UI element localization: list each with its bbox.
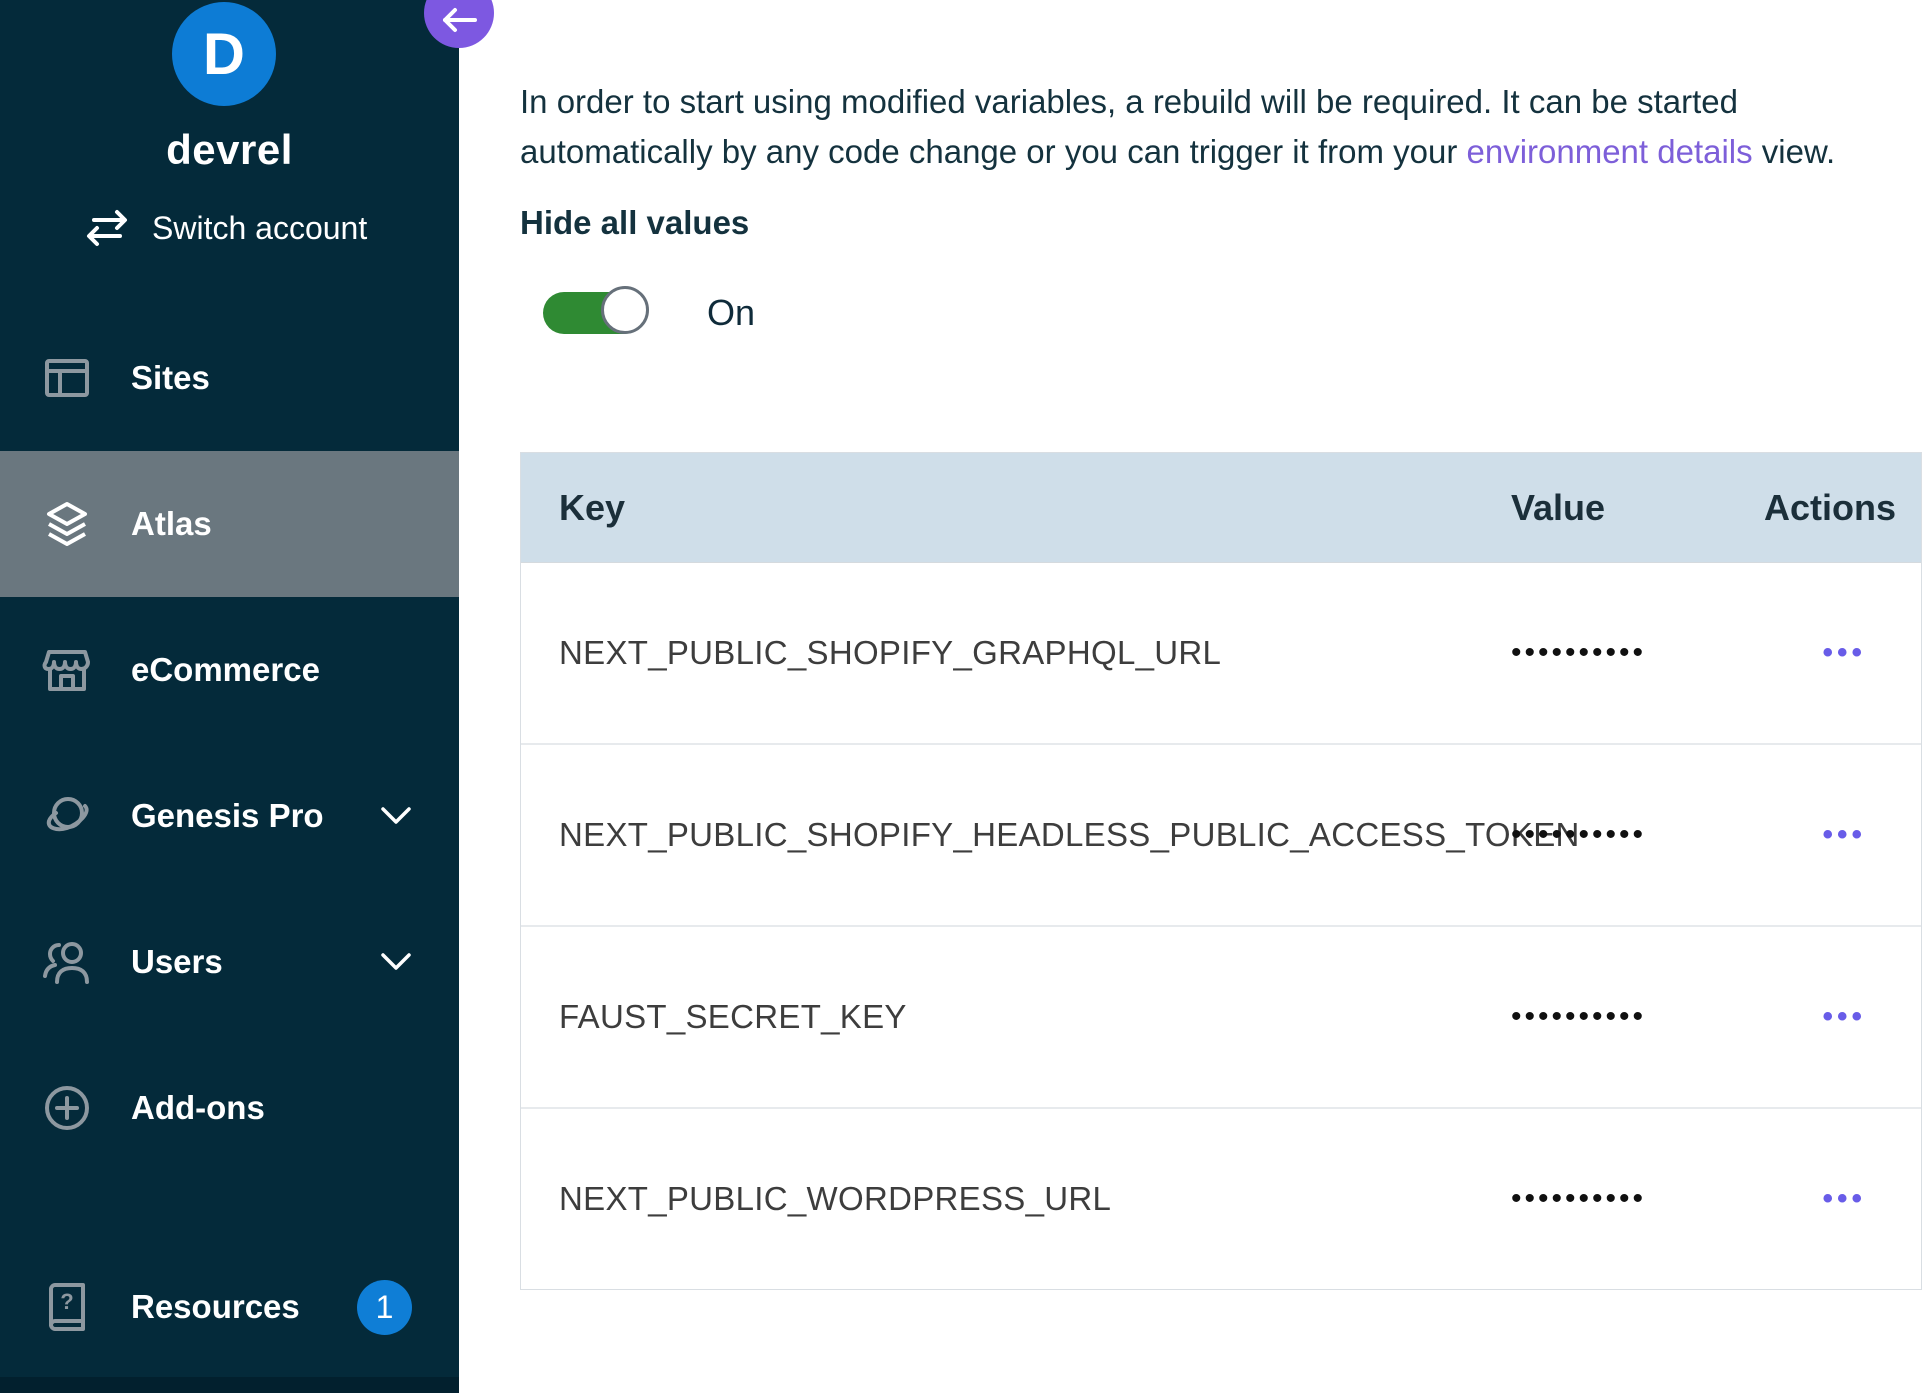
column-header-value: Value: [1511, 487, 1764, 529]
notice-line2-prefix: automatically by any code change or you …: [520, 133, 1466, 170]
users-icon: [41, 936, 93, 988]
sidebar-item-resources[interactable]: ? Resources 1: [0, 1234, 459, 1380]
main-content: In order to start using modified variabl…: [459, 0, 1930, 1393]
chevron-down-icon: [380, 806, 412, 826]
sidebar-item-users[interactable]: Users: [0, 889, 459, 1035]
table-body: NEXT_PUBLIC_SHOPIFY_GRAPHQL_URL ••••••••…: [521, 563, 1921, 1289]
rebuild-notice: In order to start using modified variabl…: [520, 77, 1930, 177]
hide-all-values-label: Hide all values: [520, 204, 749, 242]
table-row: NEXT_PUBLIC_SHOPIFY_HEADLESS_PUBLIC_ACCE…: [521, 743, 1921, 925]
sidebar-item-ecommerce[interactable]: eCommerce: [0, 597, 459, 743]
sidebar-footer-strip: [0, 1377, 459, 1393]
env-var-masked-value: ••••••••••: [1511, 1000, 1764, 1034]
account-name: devrel: [0, 126, 459, 174]
env-var-key: FAUST_SECRET_KEY: [521, 998, 1511, 1036]
env-var-masked-value: ••••••••••: [1511, 818, 1764, 852]
table-header-row: Key Value Actions: [521, 453, 1921, 563]
notice-line2-suffix: view.: [1753, 133, 1836, 170]
book-help-icon: ?: [41, 1281, 93, 1333]
resources-count-badge: 1: [357, 1280, 412, 1335]
environment-variables-table: Key Value Actions NEXT_PUBLIC_SHOPIFY_GR…: [520, 452, 1922, 1290]
switch-account-button[interactable]: Switch account: [84, 208, 367, 248]
switch-account-label: Switch account: [152, 210, 367, 247]
env-var-masked-value: ••••••••••: [1511, 636, 1764, 670]
layers-icon: [41, 498, 93, 550]
env-var-key: NEXT_PUBLIC_WORDPRESS_URL: [521, 1180, 1511, 1218]
env-var-masked-value: ••••••••••: [1511, 1182, 1764, 1216]
storefront-icon: [41, 644, 93, 696]
environment-details-link[interactable]: environment details: [1466, 133, 1752, 170]
plus-circle-icon: [41, 1082, 93, 1134]
sidebar-item-sites[interactable]: Sites: [0, 305, 459, 451]
row-actions-menu-button[interactable]: •••: [1822, 820, 1866, 850]
sidebar-item-add-ons[interactable]: Add-ons: [0, 1035, 459, 1181]
swap-arrows-icon: [84, 208, 130, 248]
env-var-key: NEXT_PUBLIC_SHOPIFY_GRAPHQL_URL: [521, 634, 1511, 672]
sidebar-item-label: Sites: [131, 359, 210, 397]
row-actions-menu-button[interactable]: •••: [1822, 1002, 1866, 1032]
sidebar-item-label: Add-ons: [131, 1089, 265, 1127]
arrow-left-icon: [440, 6, 478, 34]
sidebar-nav: Sites Atlas eCommerce Genesis Pro: [0, 305, 459, 1380]
sidebar-item-genesis-pro[interactable]: Genesis Pro: [0, 743, 459, 889]
svg-text:?: ?: [60, 1289, 73, 1314]
env-var-key: NEXT_PUBLIC_SHOPIFY_HEADLESS_PUBLIC_ACCE…: [521, 816, 1511, 854]
account-avatar[interactable]: D: [172, 2, 276, 106]
sidebar-item-label: eCommerce: [131, 651, 320, 689]
sidebar-item-atlas[interactable]: Atlas: [0, 451, 459, 597]
sidebar-item-label: Users: [131, 943, 223, 981]
toggle-knob: [601, 286, 649, 334]
planet-icon: [41, 790, 93, 842]
notice-line1: In order to start using modified variabl…: [520, 83, 1738, 120]
sidebar-item-label: Atlas: [131, 505, 212, 543]
hide-values-toggle-row: On: [543, 292, 755, 334]
column-header-actions: Actions: [1764, 487, 1930, 529]
hide-values-toggle[interactable]: [543, 292, 645, 334]
sites-icon: [41, 352, 93, 404]
sidebar-item-label: Genesis Pro: [131, 797, 324, 835]
row-actions-menu-button[interactable]: •••: [1822, 638, 1866, 668]
sidebar: D devrel Switch account Sites Atlas: [0, 0, 459, 1393]
table-row: NEXT_PUBLIC_WORDPRESS_URL •••••••••• •••: [521, 1107, 1921, 1289]
row-actions-menu-button[interactable]: •••: [1822, 1184, 1866, 1214]
sidebar-item-label: Resources: [131, 1288, 300, 1326]
toggle-state-label: On: [707, 292, 755, 334]
table-row: NEXT_PUBLIC_SHOPIFY_GRAPHQL_URL ••••••••…: [521, 563, 1921, 743]
table-row: FAUST_SECRET_KEY •••••••••• •••: [521, 925, 1921, 1107]
column-header-key: Key: [521, 487, 1511, 529]
chevron-down-icon: [380, 952, 412, 972]
